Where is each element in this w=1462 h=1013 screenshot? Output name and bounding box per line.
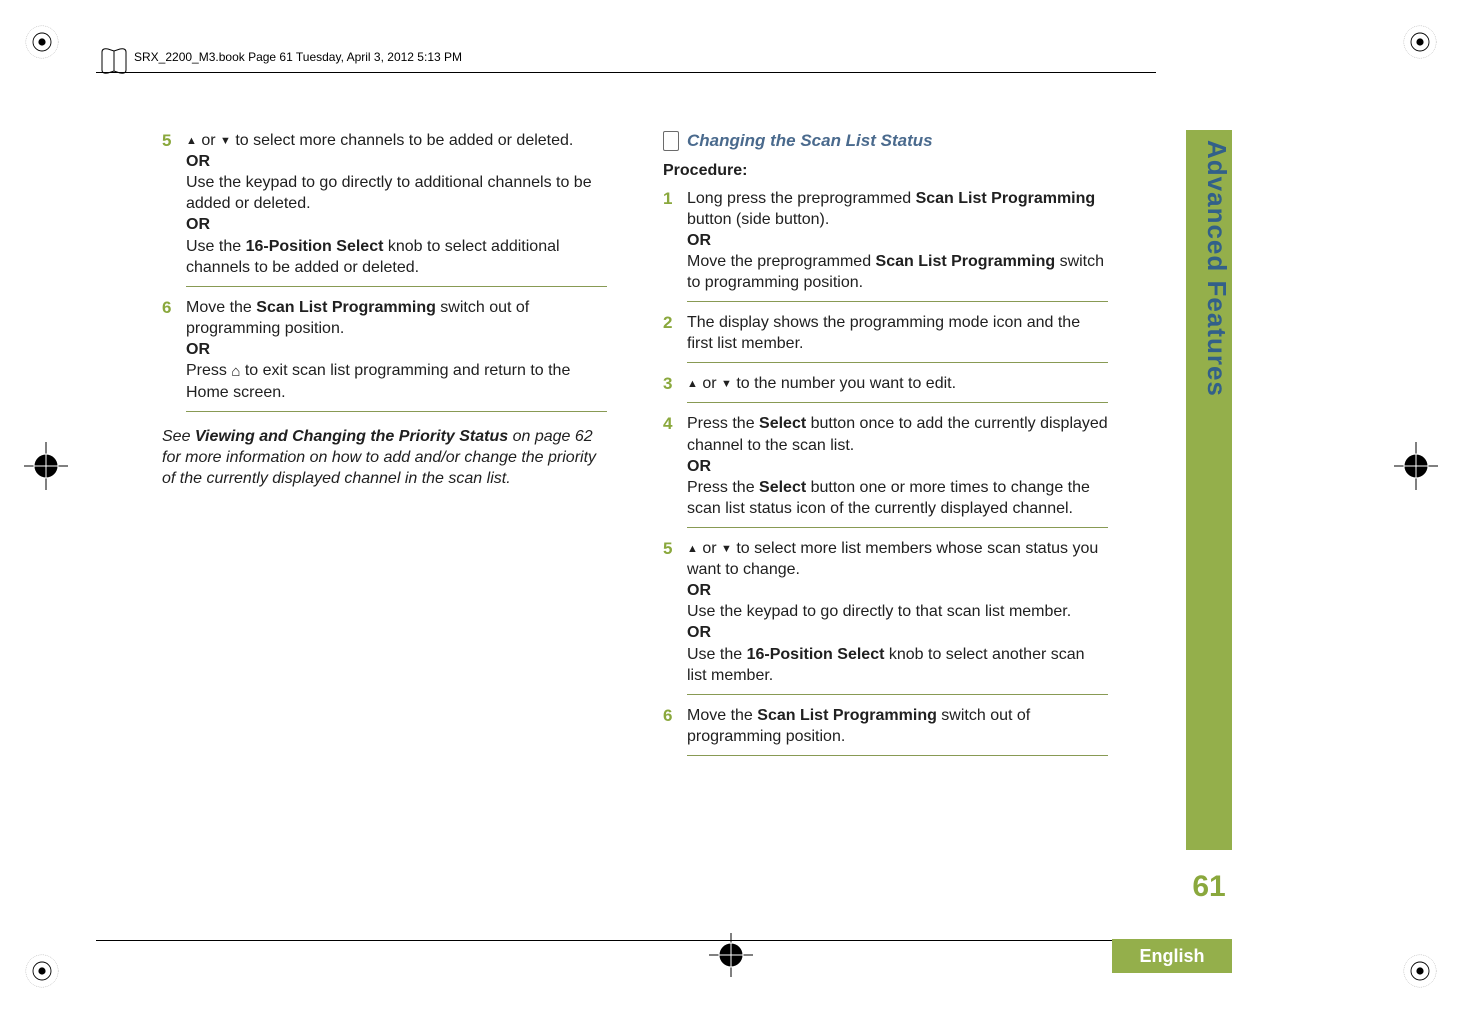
page-number: 61 xyxy=(1186,870,1232,904)
book-icon xyxy=(98,46,130,78)
step-text: Select xyxy=(759,479,806,496)
step-text: or xyxy=(702,375,721,392)
crop-rule xyxy=(96,940,1156,941)
step-number: 5 xyxy=(162,130,186,287)
step-text: Scan List Programming xyxy=(757,707,937,724)
up-arrow-icon: ▲ xyxy=(687,542,698,557)
step-text: Move the preprogrammed xyxy=(687,253,876,270)
step-text: OR xyxy=(687,582,711,599)
step-text: Press the xyxy=(687,479,759,496)
side-tab: Advanced Features xyxy=(1186,130,1232,850)
down-arrow-icon: ▼ xyxy=(220,134,231,149)
crop-mark-icon xyxy=(24,953,60,989)
step-text: 16-Position Select xyxy=(747,646,885,663)
step-text: Scan List Programming xyxy=(916,190,1096,207)
step-text: to exit scan list programming and return… xyxy=(186,362,570,401)
step-text: Move the xyxy=(687,707,757,724)
left-column: 5 ▲ or ▼ to select more channels to be a… xyxy=(162,130,607,766)
step-number: 2 xyxy=(663,312,687,363)
source-header: SRX_2200_M3.book Page 61 Tuesday, April … xyxy=(134,50,462,64)
note-text: See Viewing and Changing the Priority St… xyxy=(162,426,607,489)
step-text: to select more list members whose scan s… xyxy=(687,540,1098,578)
step-item: 4 Press the Select button once to add th… xyxy=(663,413,1108,528)
step-text: to select more channels to be added or d… xyxy=(235,132,573,149)
step-text: Scan List Programming xyxy=(876,253,1056,270)
step-item: 6 Move the Scan List Programming switch … xyxy=(663,705,1108,756)
step-text: OR xyxy=(186,153,210,170)
up-arrow-icon: ▲ xyxy=(687,377,698,392)
note-icon xyxy=(663,131,679,151)
step-text: Press xyxy=(186,362,231,379)
step-item: 5 ▲ or ▼ to select more channels to be a… xyxy=(162,130,607,287)
step-text: or xyxy=(702,540,721,557)
step-number: 1 xyxy=(663,188,687,303)
step-item: 6 Move the Scan List Programming switch … xyxy=(162,297,607,412)
crop-mark-icon xyxy=(1402,953,1438,989)
step-text: Long press the preprogrammed xyxy=(687,190,916,207)
step-text: Use the keypad to go directly to that sc… xyxy=(687,603,1071,620)
crop-mark-icon xyxy=(1402,24,1438,60)
step-text: Use the xyxy=(687,646,747,663)
down-arrow-icon: ▼ xyxy=(721,377,732,392)
step-number: 6 xyxy=(663,705,687,756)
step-text: OR xyxy=(186,341,210,358)
registration-target-icon xyxy=(24,442,68,490)
step-number: 6 xyxy=(162,297,186,412)
step-text: Select xyxy=(759,415,806,432)
step-number: 4 xyxy=(663,413,687,528)
step-item: 3 ▲ or ▼ to the number you want to edit. xyxy=(663,373,1108,403)
right-column: Changing the Scan List Status Procedure:… xyxy=(663,130,1108,766)
step-text: or xyxy=(201,132,220,149)
language-footer: English xyxy=(1112,939,1232,973)
up-arrow-icon: ▲ xyxy=(186,134,197,149)
section-title: Changing the Scan List Status xyxy=(687,130,933,152)
step-text: Move the xyxy=(186,299,256,316)
step-text: Use the xyxy=(186,238,246,255)
section-heading: Changing the Scan List Status xyxy=(663,130,1108,152)
step-number: 3 xyxy=(663,373,687,403)
registration-target-icon xyxy=(1394,442,1438,490)
step-number: 5 xyxy=(663,538,687,695)
crop-rule xyxy=(96,72,1156,73)
step-item: 2 The display shows the programming mode… xyxy=(663,312,1108,363)
procedure-label: Procedure: xyxy=(663,160,1108,181)
step-text: The display shows the programming mode i… xyxy=(687,314,1080,352)
step-text: to the number you want to edit. xyxy=(736,375,956,392)
step-text: OR xyxy=(687,458,711,475)
step-text: OR xyxy=(687,624,711,641)
step-text: Press the xyxy=(687,415,759,432)
step-text: button (side button). xyxy=(687,211,829,228)
step-text: OR xyxy=(186,216,210,233)
step-text: 16-Position Select xyxy=(246,238,384,255)
step-item: 5 ▲ or ▼ to select more list members who… xyxy=(663,538,1108,695)
step-text: OR xyxy=(687,232,711,249)
step-text: Use the keypad to go directly to additio… xyxy=(186,174,592,212)
crop-mark-icon xyxy=(24,24,60,60)
step-item: 1 Long press the preprogrammed Scan List… xyxy=(663,188,1108,303)
down-arrow-icon: ▼ xyxy=(721,542,732,557)
step-text: Scan List Programming xyxy=(256,299,436,316)
